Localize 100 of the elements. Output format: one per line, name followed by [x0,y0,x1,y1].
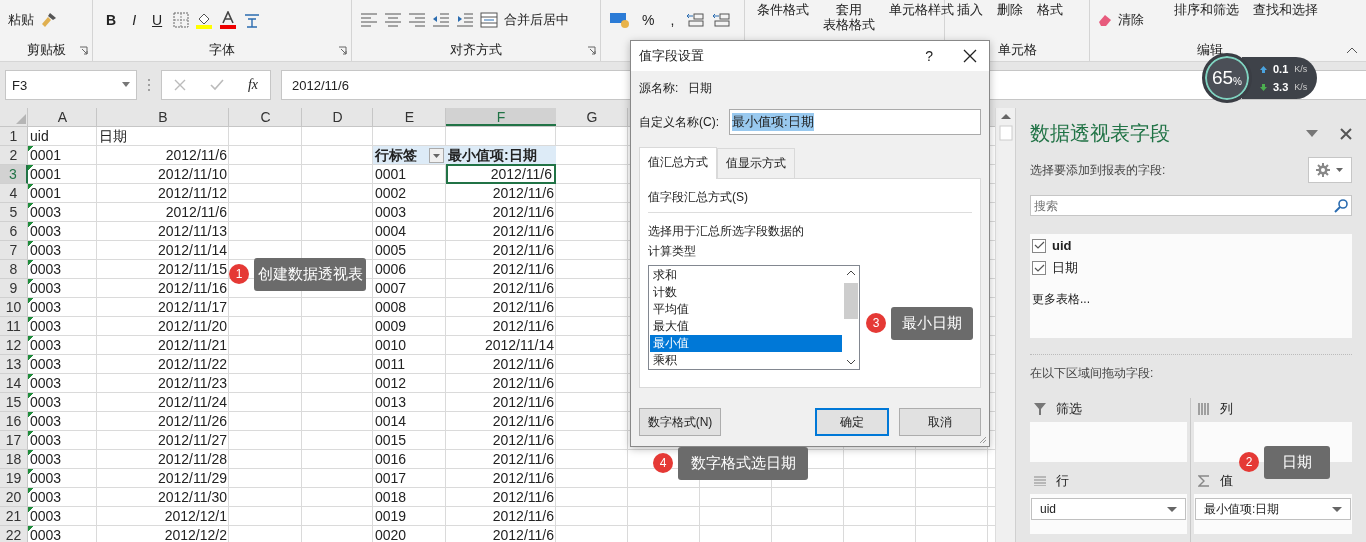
column-header[interactable]: F [446,108,556,126]
row-header[interactable]: 4 [0,184,28,203]
insert-function-button[interactable]: fx [247,77,258,93]
column-header[interactable]: A [28,108,97,126]
row-header[interactable]: 3 [0,165,28,184]
list-option[interactable]: 平均值 [650,301,842,318]
resize-grip-icon[interactable] [977,434,987,444]
column-header[interactable]: C [229,108,302,126]
drop-area[interactable]: uid [1030,494,1187,534]
format-painter-icon[interactable] [40,11,58,29]
currency-icon[interactable] [609,12,631,28]
row-header[interactable]: 19 [0,469,28,488]
row-header[interactable]: 20 [0,488,28,507]
indent-icon[interactable] [432,12,450,28]
row-header[interactable]: 21 [0,507,28,526]
dialog-button[interactable]: 取消 [899,408,981,436]
row-header[interactable]: 17 [0,431,28,450]
eraser-icon[interactable] [1098,14,1112,26]
row-header[interactable]: 9 [0,279,28,298]
toolbar-button[interactable]: U [147,12,168,28]
row-header[interactable]: 8 [0,260,28,279]
dialog-tab[interactable]: 值汇总方式 [639,147,717,179]
name-box[interactable]: F3 [5,70,137,100]
ribbon-button[interactable]: 排序和筛选 [1170,2,1243,17]
checkbox[interactable] [1032,261,1046,275]
row-header[interactable]: 13 [0,355,28,374]
toolbar-button[interactable]: B [101,12,122,28]
row-header[interactable]: 22 [0,526,28,542]
dialog-tab[interactable]: 值显示方式 [717,148,795,178]
check-icon[interactable] [209,79,224,91]
dialog-button[interactable]: 数字格式(N) [639,408,721,436]
decimal-arrows-icon[interactable] [711,12,732,28]
table-cell: 行标签 [373,146,428,164]
field-label[interactable]: 日期 [1052,259,1078,277]
ribbon-button[interactable]: 查找和选择 [1249,2,1322,17]
filter-dropdown-button[interactable] [428,146,446,164]
dialog-launcher-icon[interactable] [79,46,88,55]
row-header[interactable]: 16 [0,412,28,431]
toolbar-button[interactable]: I [127,12,141,28]
row-header[interactable]: 5 [0,203,28,222]
toolbar-button[interactable]: , [665,12,680,28]
list-option[interactable]: 最小值 [650,335,842,352]
calculation-listbox[interactable]: 求和 计数 平均值 最大值 最小值 乘积 [648,265,860,370]
row-header[interactable]: 11 [0,317,28,336]
more-tables-link[interactable]: 更多表格... [1032,291,1090,308]
settings-button[interactable] [1308,157,1352,183]
row-header[interactable]: 14 [0,374,28,393]
vertical-scrollbar[interactable] [995,108,1015,542]
table-cell-text: 2012/11/29 [156,469,228,487]
indent-icon[interactable] [456,12,474,28]
font-color-icon[interactable] [219,11,238,29]
align-icon[interactable] [384,12,402,28]
ribbon-button[interactable]: 条件格式 [753,2,813,17]
caret-icon[interactable] [1167,506,1177,512]
list-option[interactable]: 乘积 [650,352,842,369]
column-header[interactable]: D [302,108,373,126]
table-cell-text: 2012/11/6 [491,374,555,392]
borders-icon[interactable] [173,12,190,28]
phonetic-guide-icon[interactable] [243,11,262,29]
dialog-button[interactable]: 确定 [815,408,889,436]
merge-center-button[interactable]: 合并后居中 [504,11,569,29]
field-label[interactable]: uid [1052,238,1072,253]
toolbar-button[interactable]: % [637,12,660,28]
ribbon-button[interactable]: 格式 [1033,2,1067,17]
decimal-arrows-icon[interactable] [685,12,706,28]
ribbon-button[interactable]: 套用 表格格式 [819,2,879,32]
row-header[interactable]: 1 [0,127,28,146]
column-header[interactable]: E [373,108,446,126]
collapse-ribbon-icon[interactable] [1346,46,1358,54]
checkbox[interactable] [1032,238,1046,253]
column-header[interactable]: B [97,108,229,126]
field-dropdown[interactable]: uid [1040,502,1056,516]
clear-button[interactable]: 清除 [1118,11,1144,29]
column-header[interactable]: G [556,108,628,126]
row-header[interactable]: 2 [0,146,28,165]
row-header[interactable]: 12 [0,336,28,355]
ribbon-button[interactable]: 删除 [993,2,1027,17]
row-header[interactable]: 10 [0,298,28,317]
search-icon[interactable] [1334,199,1348,213]
fill-color-icon[interactable] [195,11,214,29]
caret-icon[interactable] [122,82,130,87]
dropdown-arrow-icon[interactable] [1306,130,1318,137]
row-header[interactable]: 6 [0,222,28,241]
list-option[interactable]: 求和 [650,267,842,284]
row-header[interactable]: 7 [0,241,28,260]
row-header[interactable]: 18 [0,450,28,469]
row-header[interactable]: 15 [0,393,28,412]
merge-cells-icon[interactable] [480,12,498,28]
help-button[interactable]: ? [925,48,933,64]
paste-button[interactable]: 粘贴 [8,11,34,29]
custom-name-field[interactable]: 最小值项:日期 [729,109,981,135]
close-icon[interactable] [963,49,977,63]
align-icon[interactable] [360,12,378,28]
align-icon[interactable] [408,12,426,28]
dialog-launcher-icon[interactable] [587,46,596,55]
close-icon[interactable] [1340,127,1352,140]
search-field[interactable]: 搜索 [1030,195,1352,216]
dialog-launcher-icon[interactable] [338,46,347,55]
list-option[interactable]: 计数 [650,284,842,301]
list-option[interactable]: 最大值 [650,318,842,335]
